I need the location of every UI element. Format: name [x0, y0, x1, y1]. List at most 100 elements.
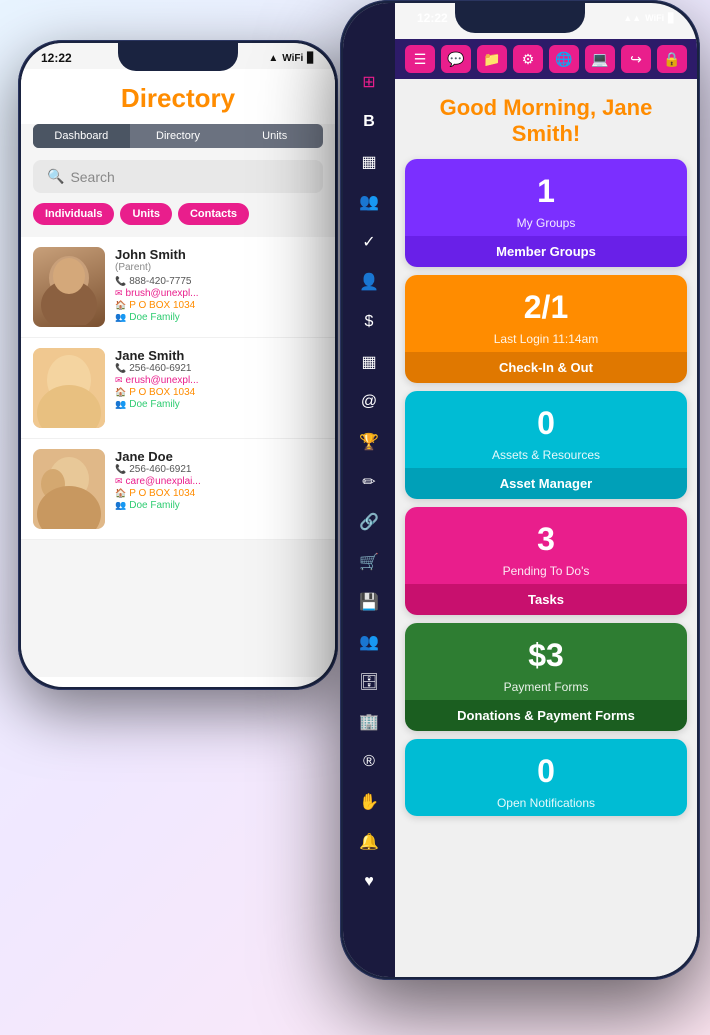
card-assets-bottom: Asset Manager: [405, 468, 687, 499]
sidebar-icon-people[interactable]: 👥: [350, 183, 388, 221]
icon-bar-screen[interactable]: 💻: [585, 45, 615, 73]
left-notch: [118, 43, 238, 71]
contact-address-0: 🏠P O BOX 1034: [115, 300, 323, 311]
avatar-john-smith: [33, 247, 105, 327]
nav-tabs: Dashboard Directory Units: [33, 124, 323, 148]
card-tasks[interactable]: 3 Pending To Do's Tasks: [405, 507, 687, 615]
avatar-jane-smith: [33, 348, 105, 428]
sidebar-icon-calendar[interactable]: ▦: [350, 143, 388, 181]
right-main-content: ☰ 💬 📁 ⚙ 🌐 💻 ↪ 🔒 Good Morning, Jane Smith…: [395, 3, 697, 977]
card-assets-value: 0: [405, 391, 687, 448]
contact-list: John Smith (Parent) 📞888-420-7775 ✉brush…: [21, 237, 335, 540]
card-checkin-bottom: Check-In & Out: [405, 352, 687, 383]
sidebar-icon-link[interactable]: 🔗: [350, 503, 388, 541]
card-my-groups[interactable]: 1 My Groups Member Groups: [405, 159, 687, 267]
card-my-groups-value: 1: [405, 159, 687, 216]
card-my-groups-bottom: Member Groups: [405, 236, 687, 267]
contact-name-1: Jane Smith: [115, 348, 323, 363]
card-tasks-sub: Pending To Do's: [405, 564, 687, 584]
right-notch: [455, 3, 585, 33]
sidebar-icon-edit[interactable]: ✏: [350, 463, 388, 501]
card-tasks-bottom: Tasks: [405, 584, 687, 615]
filter-units[interactable]: Units: [120, 203, 172, 225]
sidebar-icon-grid[interactable]: ⊞: [350, 63, 388, 101]
card-donations[interactable]: $3 Payment Forms Donations & Payment For…: [405, 623, 687, 731]
filter-contacts[interactable]: Contacts: [178, 203, 249, 225]
sidebar-icon-cart[interactable]: 🛒: [350, 543, 388, 581]
contact-phone-2: 📞256-460-6921: [115, 464, 323, 475]
card-donations-sub: Payment Forms: [405, 680, 687, 700]
icon-bar-settings[interactable]: ⚙: [513, 45, 543, 73]
icon-bar-forward[interactable]: ↪: [621, 45, 651, 73]
sidebar-icon-bell[interactable]: 🔔: [350, 823, 388, 861]
card-notifications-sub: Open Notifications: [405, 796, 687, 816]
left-status-icons: ▲WiFi▊: [268, 53, 315, 64]
icon-bar-lock[interactable]: 🔒: [657, 45, 687, 73]
sidebar-icon-check[interactable]: ✓: [350, 223, 388, 261]
icon-bar-folder[interactable]: 📁: [477, 45, 507, 73]
sidebar-icon-user[interactable]: 👤: [350, 263, 388, 301]
icon-bar-menu[interactable]: ☰: [405, 45, 435, 73]
contact-email-1: ✉erush@unexpl...: [115, 375, 323, 386]
icon-bar-globe[interactable]: 🌐: [549, 45, 579, 73]
right-phone: 12:22 ▲▲WiFi▊ ⊞ B ▦ 👥 ✓ 👤 $ ▦ @ 🏆 ✏ 🔗: [340, 0, 700, 980]
contact-role-0: (Parent): [115, 262, 323, 273]
contact-family-1: 👥Doe Family: [115, 399, 323, 410]
icon-bar-chat[interactable]: 💬: [441, 45, 471, 73]
contact-email-2: ✉care@unexplai...: [115, 476, 323, 487]
contact-item-1[interactable]: Jane Smith 📞256-460-6921 ✉erush@unexpl..…: [21, 338, 335, 439]
sidebar-icon-dollar[interactable]: $: [350, 303, 388, 341]
card-checkin-value: 2/1: [405, 275, 687, 332]
sidebar-icon-b[interactable]: B: [350, 103, 388, 141]
sidebar-icon-hand[interactable]: ✋: [350, 783, 388, 821]
right-sidebar: ⊞ B ▦ 👥 ✓ 👤 $ ▦ @ 🏆 ✏ 🔗 🛒 💾 👥 🗄 🏢 ® ✋ �: [343, 3, 395, 977]
card-checkin[interactable]: 2/1 Last Login 11:14am Check-In & Out: [405, 275, 687, 383]
filter-buttons: Individuals Units Contacts: [33, 203, 323, 225]
page-title: Directory: [21, 69, 335, 124]
sidebar-icon-group[interactable]: 👥: [350, 623, 388, 661]
tab-dashboard[interactable]: Dashboard: [33, 124, 130, 148]
card-assets-sub: Assets & Resources: [405, 448, 687, 468]
sidebar-icon-trophy[interactable]: 🏆: [350, 423, 388, 461]
right-time: 12:22: [417, 11, 448, 25]
contact-family-0: 👥Doe Family: [115, 312, 323, 323]
contact-phone-0: 📞888-420-7775: [115, 276, 323, 287]
left-time: 12:22: [41, 51, 72, 65]
filter-individuals[interactable]: Individuals: [33, 203, 114, 225]
sidebar-icon-db[interactable]: 💾: [350, 583, 388, 621]
sidebar-icon-reg[interactable]: ®: [350, 743, 388, 781]
sidebar-icon-building[interactable]: 🏢: [350, 703, 388, 741]
card-notifications[interactable]: 0 Open Notifications: [405, 739, 687, 816]
contact-name-0: John Smith: [115, 247, 323, 262]
phones-wrapper: 12:22 ▲WiFi▊ Directory Dashboard Directo…: [0, 0, 710, 1035]
contact-address-1: 🏠P O BOX 1034: [115, 387, 323, 398]
contact-phone-1: 📞256-460-6921: [115, 363, 323, 374]
card-assets[interactable]: 0 Assets & Resources Asset Manager: [405, 391, 687, 499]
contact-item-2[interactable]: Jane Doe 📞256-460-6921 ✉care@unexplai...…: [21, 439, 335, 540]
contact-info-jane-doe: Jane Doe 📞256-460-6921 ✉care@unexplai...…: [115, 449, 323, 512]
greeting-text: Good Morning, Jane Smith!: [395, 79, 697, 159]
contact-info-jane-smith: Jane Smith 📞256-460-6921 ✉erush@unexpl..…: [115, 348, 323, 411]
search-placeholder: Search: [70, 169, 114, 185]
contact-name-2: Jane Doe: [115, 449, 323, 464]
sidebar-icon-at[interactable]: @: [350, 383, 388, 421]
search-box[interactable]: 🔍 Search: [33, 160, 323, 193]
contact-item-0[interactable]: John Smith (Parent) 📞888-420-7775 ✉brush…: [21, 237, 335, 338]
card-donations-bottom: Donations & Payment Forms: [405, 700, 687, 731]
left-screen-content: Directory Dashboard Directory Units 🔍 Se…: [21, 69, 335, 677]
sidebar-icon-heart[interactable]: ♥: [350, 863, 388, 901]
card-notifications-value: 0: [405, 739, 687, 796]
contact-family-2: 👥Doe Family: [115, 500, 323, 511]
card-donations-value: $3: [405, 623, 687, 680]
contact-info-john: John Smith (Parent) 📞888-420-7775 ✉brush…: [115, 247, 323, 324]
sidebar-icon-db2[interactable]: 🗄: [350, 663, 388, 701]
sidebar-icon-table[interactable]: ▦: [350, 343, 388, 381]
main-scroll-area: Good Morning, Jane Smith! 1 My Groups Me…: [395, 79, 697, 977]
tab-directory[interactable]: Directory: [130, 124, 227, 148]
card-tasks-value: 3: [405, 507, 687, 564]
search-icon: 🔍: [47, 168, 64, 185]
card-my-groups-sub: My Groups: [405, 216, 687, 236]
contact-address-2: 🏠P O BOX 1034: [115, 488, 323, 499]
contact-email-0: ✉brush@unexpl...: [115, 288, 323, 299]
tab-units[interactable]: Units: [226, 124, 323, 148]
